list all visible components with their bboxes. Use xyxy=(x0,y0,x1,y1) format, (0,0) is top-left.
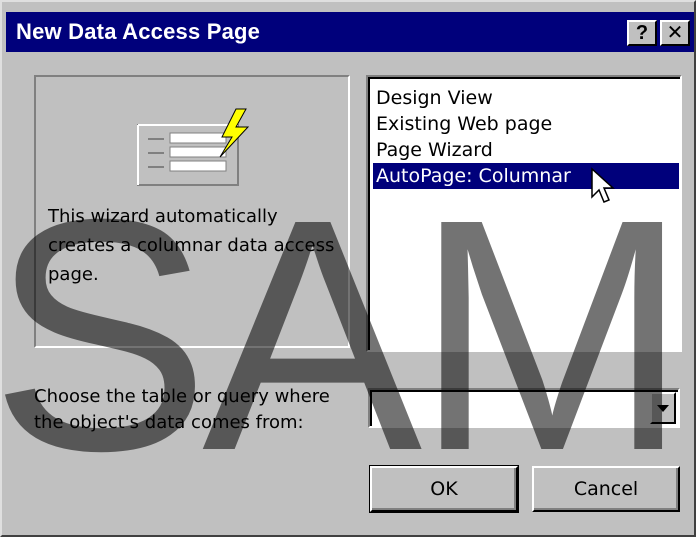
source-combobox[interactable] xyxy=(368,388,680,428)
view-options-list[interactable]: Design View Existing Web page Page Wizar… xyxy=(366,75,682,352)
wizard-form-icon xyxy=(137,108,250,186)
wizard-preview-panel: This wizard automatically creates a colu… xyxy=(34,75,350,348)
close-icon: ✕ xyxy=(666,22,684,44)
ok-button[interactable]: OK xyxy=(369,465,519,513)
help-button[interactable]: ? xyxy=(627,20,657,46)
list-item-page-wizard[interactable]: Page Wizard xyxy=(373,137,679,163)
mouse-cursor-icon xyxy=(591,167,615,203)
dropdown-button[interactable] xyxy=(650,392,676,424)
list-item-existing-web-page[interactable]: Existing Web page xyxy=(373,111,679,137)
close-button[interactable]: ✕ xyxy=(660,20,690,46)
list-item-design-view[interactable]: Design View xyxy=(373,85,679,111)
title-bar[interactable]: New Data Access Page ? ✕ xyxy=(6,12,694,52)
source-label: Choose the table or query where the obje… xyxy=(34,386,330,433)
dialog-title: New Data Access Page xyxy=(16,19,261,44)
new-data-access-page-dialog: New Data Access Page ? ✕ This wizard aut… xyxy=(0,0,696,537)
chevron-down-icon xyxy=(657,405,669,412)
wizard-description: This wizard automatically creates a colu… xyxy=(48,206,335,285)
list-item-autopage-columnar[interactable]: AutoPage: Columnar xyxy=(373,163,679,189)
cancel-button[interactable]: Cancel xyxy=(532,466,680,512)
